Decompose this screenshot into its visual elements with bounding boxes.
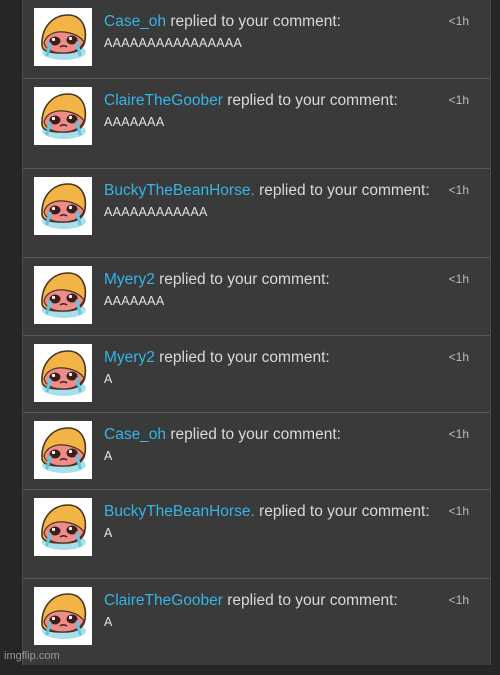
notification-item[interactable]: BuckyTheBeanHorse. replied to your comme… [23,490,490,579]
username-link[interactable]: Myery2 [104,271,155,288]
notification-headline: Case_oh replied to your comment: [104,424,434,446]
timestamp: <1h [448,593,469,607]
action-text: replied to your comment: [222,92,398,109]
username-link[interactable]: Case_oh [104,426,166,443]
username-link[interactable]: BuckyTheBeanHorse. [104,503,255,520]
notification-item[interactable]: ClaireTheGoober replied to your comment:… [23,79,490,169]
timestamp: <1h [448,183,469,197]
notification-item[interactable]: Case_oh replied to your comment: AAAAAAA… [23,0,490,79]
timestamp: <1h [448,504,469,518]
reply-message: A [104,526,113,540]
notification-item[interactable]: Myery2 replied to your comment: A <1h [23,336,490,413]
reply-message: AAAAAAA [104,115,165,129]
notification-content: Myery2 replied to your comment: A [104,347,434,386]
action-text: replied to your comment: [154,349,330,366]
notification-headline: Myery2 replied to your comment: [104,347,434,369]
notification-feed: Case_oh replied to your comment: AAAAAAA… [22,0,491,665]
username-link[interactable]: ClaireTheGoober [104,592,223,609]
timestamp: <1h [448,14,469,28]
notification-item[interactable]: Myery2 replied to your comment: AAAAAAA … [23,258,490,336]
reply-message: AAAAAAAAAAAAAAAA [104,36,243,50]
crying-blob-avatar-icon[interactable] [34,344,92,402]
action-text: replied to your comment: [166,426,341,443]
notification-headline: ClaireTheGoober replied to your comment: [104,590,434,612]
watermark: imgflip.com [4,650,60,662]
notification-content: ClaireTheGoober replied to your comment:… [104,90,434,129]
action-text: replied to your comment: [154,271,330,288]
timestamp: <1h [448,272,469,286]
reply-message: A [104,615,113,629]
action-text: replied to your comment: [254,182,430,199]
action-text: replied to your comment: [222,592,398,609]
notification-item[interactable]: BuckyTheBeanHorse. replied to your comme… [23,169,490,258]
crying-blob-avatar-icon[interactable] [34,266,92,324]
crying-blob-avatar-icon[interactable] [34,498,92,556]
timestamp: <1h [448,93,469,107]
action-text: replied to your comment: [254,503,430,520]
notification-headline: Myery2 replied to your comment: [104,269,434,291]
crying-blob-avatar-icon[interactable] [34,8,92,66]
crying-blob-avatar-icon[interactable] [34,421,92,479]
notification-headline: BuckyTheBeanHorse. replied to your comme… [104,501,434,523]
notification-content: Myery2 replied to your comment: AAAAAAA [104,269,434,308]
notification-content: Case_oh replied to your comment: AAAAAAA… [104,11,434,50]
reply-message: A [104,449,113,463]
notification-content: Case_oh replied to your comment: A [104,424,434,463]
username-link[interactable]: BuckyTheBeanHorse. [104,182,255,199]
notification-headline: ClaireTheGoober replied to your comment: [104,90,434,112]
username-link[interactable]: Myery2 [104,349,155,366]
crying-blob-avatar-icon[interactable] [34,177,92,235]
notification-headline: BuckyTheBeanHorse. replied to your comme… [104,180,434,202]
timestamp: <1h [448,350,469,364]
notification-item[interactable]: ClaireTheGoober replied to your comment:… [23,579,490,675]
notification-content: BuckyTheBeanHorse. replied to your comme… [104,180,434,219]
reply-message: AAAAAAAAAAAA [104,205,208,219]
notification-content: ClaireTheGoober replied to your comment:… [104,590,434,629]
crying-blob-avatar-icon[interactable] [34,587,92,645]
username-link[interactable]: Case_oh [104,13,166,30]
reply-message: AAAAAAA [104,294,165,308]
reply-message: A [104,372,113,386]
notification-headline: Case_oh replied to your comment: [104,11,434,33]
crying-blob-avatar-icon[interactable] [34,87,92,145]
username-link[interactable]: ClaireTheGoober [104,92,223,109]
notification-content: BuckyTheBeanHorse. replied to your comme… [104,501,434,540]
notification-item[interactable]: Case_oh replied to your comment: A <1h [23,413,490,490]
action-text: replied to your comment: [166,13,341,30]
timestamp: <1h [448,427,469,441]
